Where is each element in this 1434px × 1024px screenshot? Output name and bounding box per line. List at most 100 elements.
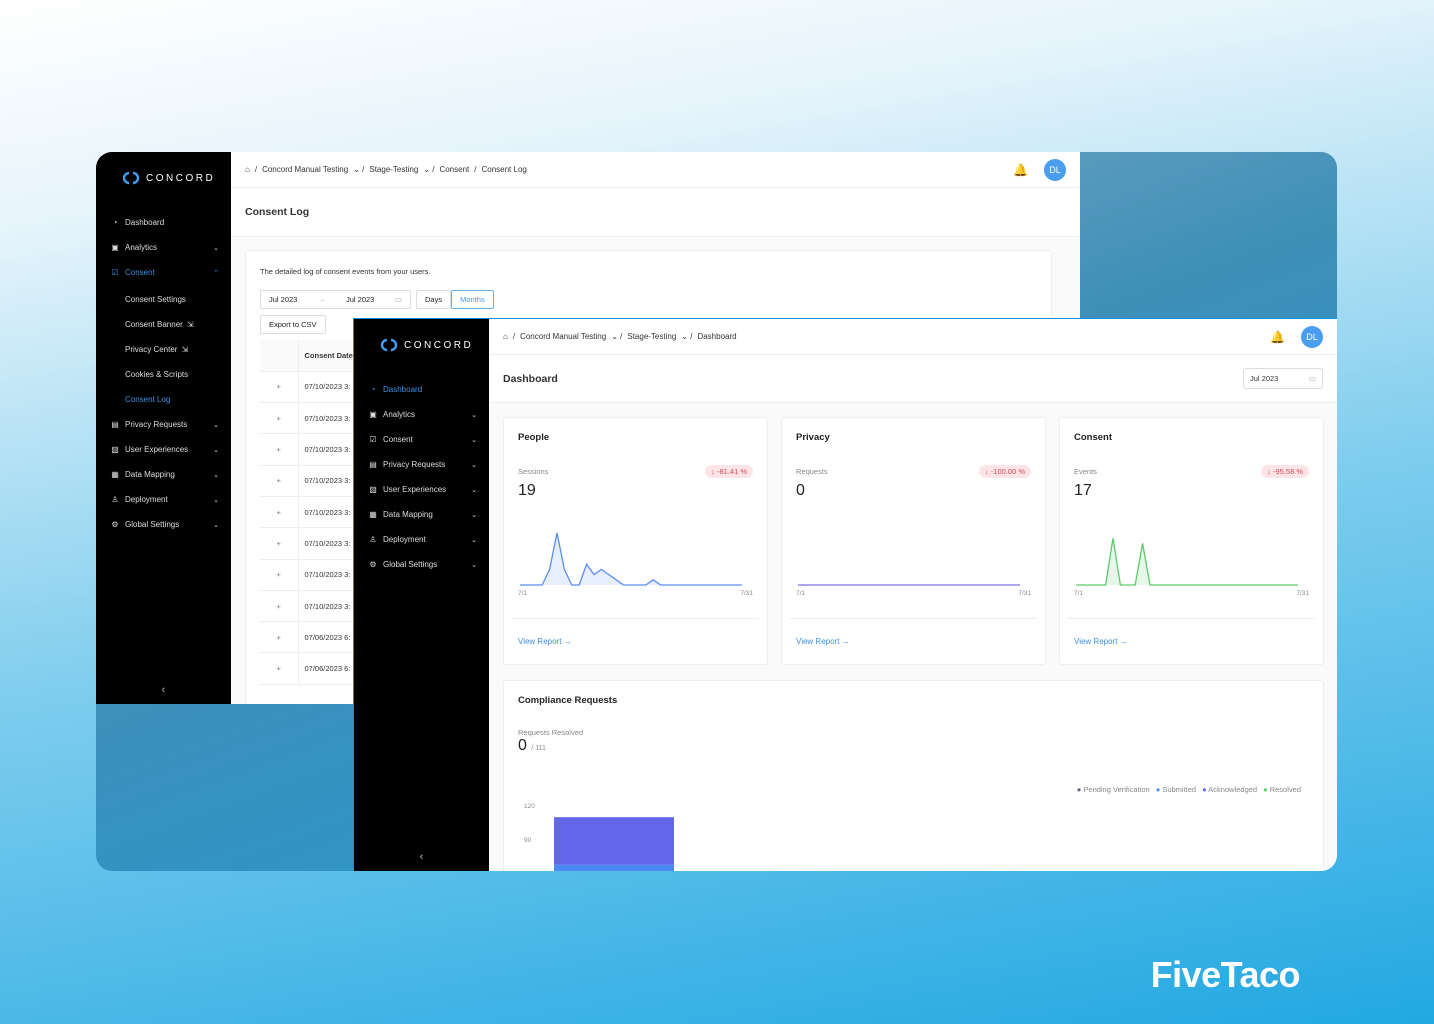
sidebar-item-privacy-requests[interactable]: ▤ Privacy Requests ⌄ (354, 452, 489, 477)
x-tick: 7/31 (740, 590, 753, 597)
chevron-icon: ⌄ (213, 496, 219, 504)
sidebar-subitem-consent-settings[interactable]: Consent Settings (96, 287, 231, 312)
expand-row-button[interactable]: + (260, 402, 299, 435)
external-link-icon: ⇲ (186, 320, 194, 329)
breadcrumb: ⌂ / Concord Manual Testing ⌄ / Stage-Testi… (503, 332, 737, 341)
sidebar: CONCORD ◔ Dashboard ▣ Analytics ⌄ ☑ Consent ⌃ Co… (96, 152, 231, 704)
kpi-card-consent: Consent Events ↓ -95.58 % 17 7/1 7/31 View Rep… (1059, 417, 1324, 665)
breadcrumb-consent[interactable]: Consent (439, 165, 469, 174)
sidebar-subitem-privacy-center[interactable]: Privacy Center ⇲ (96, 337, 231, 362)
breadcrumb-org[interactable]: Concord Manual Testing (262, 165, 348, 174)
change-badge: ↓ -95.58 % (1261, 465, 1309, 478)
external-link-icon: ⇲ (181, 345, 189, 354)
deployment-icon: ♙ (369, 535, 377, 544)
sidebar-item-data-mapping[interactable]: ▦ Data Mapping ⌄ (354, 502, 489, 527)
compliance-requests-card: Compliance Requests Requests Resolved 0 … (503, 680, 1324, 871)
page-title: Dashboard (503, 372, 558, 385)
sidebar-item-data-mapping[interactable]: ▦ Data Mapping ⌄ (96, 462, 231, 487)
expand-row-button[interactable]: + (260, 433, 299, 466)
view-report-link[interactable]: View Report → (796, 637, 850, 646)
x-tick: 7/31 (1018, 590, 1031, 597)
privacy-requests-icon: ▤ (369, 460, 377, 469)
export-csv-button[interactable]: Export to CSV (260, 315, 326, 334)
sidebar-item-deployment[interactable]: ♙ Deployment ⌄ (96, 487, 231, 512)
breadcrumb-env[interactable]: Stage-Testing (369, 165, 418, 174)
collapse-sidebar-button[interactable]: ‹ (96, 684, 231, 696)
breadcrumb-current: Consent Log (481, 165, 527, 174)
bell-icon[interactable]: 🔔 (1013, 163, 1028, 177)
sidebar-item-dashboard[interactable]: ◔ Dashboard (96, 210, 231, 235)
expand-row-button[interactable]: + (260, 527, 299, 560)
sparkline-area (520, 533, 742, 585)
arrow-right-icon: → (563, 637, 572, 646)
breadcrumb-env[interactable]: Stage-Testing (627, 332, 676, 341)
avatar[interactable]: DL (1301, 325, 1323, 348)
avatar[interactable]: DL (1044, 158, 1066, 181)
settings-icon: ⚙ (111, 520, 119, 529)
chevron-icon: ⌃ (213, 269, 219, 277)
sidebar-item-global-settings[interactable]: ⚙ Global Settings ⌄ (96, 512, 231, 537)
analytics-icon: ▣ (111, 243, 119, 252)
calendar-icon: ▭ (394, 295, 402, 304)
screenshot-frame: CONCORD ◔ Dashboard ▣ Analytics ⌄ ☑ Consent ⌃ Co… (96, 152, 1337, 871)
change-badge: ↓ -81.41 % (705, 465, 753, 478)
x-tick: 7/1 (1074, 590, 1084, 597)
compliance-bar-chart (554, 817, 674, 871)
sparkline-chart (520, 532, 742, 586)
month-picker[interactable]: Jul 2023 ▭ (1243, 368, 1323, 389)
description: The detailed log of consent events from … (260, 267, 431, 276)
concord-logo: CONCORD (354, 319, 489, 359)
privacy-requests-icon: ▤ (111, 420, 119, 429)
sidebar-subitem-consent-banner[interactable]: Consent Banner ⇲ (96, 312, 231, 337)
months-toggle[interactable]: Months (451, 290, 494, 309)
calendar-icon: ▭ (1308, 374, 1316, 383)
bar-acknowledged (554, 817, 674, 865)
dashboard-icon: ◔ (370, 385, 376, 394)
collapse-sidebar-button[interactable]: ‹ (354, 851, 489, 863)
data-mapping-icon: ▦ (111, 470, 119, 479)
expand-row-button[interactable]: + (260, 652, 299, 685)
chevron-icon: ⌄ (471, 536, 477, 544)
expand-row-button[interactable]: + (260, 590, 299, 623)
expand-row-button[interactable]: + (260, 559, 299, 591)
sidebar-item-analytics[interactable]: ▣ Analytics ⌄ (96, 235, 231, 260)
top-bar: ⌂ / Concord Manual Testing ⌄ / Stage-Testi… (489, 319, 1337, 355)
home-icon[interactable]: ⌂ (503, 332, 508, 341)
expand-row-button[interactable]: + (260, 621, 299, 654)
kpi-value: 0 (796, 482, 805, 499)
sidebar-item-dashboard[interactable]: ◔ Dashboard (354, 377, 489, 402)
sidebar-item-user-experiences[interactable]: ▨ User Experiences ⌄ (354, 477, 489, 502)
days-toggle[interactable]: Days (416, 290, 452, 309)
consent-icon: ☑ (369, 435, 377, 444)
chevron-icon: ⌄ (471, 461, 477, 469)
view-report-link[interactable]: View Report → (518, 637, 572, 646)
breadcrumb-org[interactable]: Concord Manual Testing (520, 332, 606, 341)
user-experiences-icon: ▨ (111, 445, 119, 454)
sidebar-item-user-experiences[interactable]: ▨ User Experiences ⌄ (96, 437, 231, 462)
sidebar-item-analytics[interactable]: ▣ Analytics ⌄ (354, 402, 489, 427)
kpi-value: 19 (518, 482, 536, 499)
chevron-icon: ⌄ (471, 436, 477, 444)
expand-row-button[interactable]: + (260, 371, 299, 404)
sidebar-item-privacy-requests[interactable]: ▤ Privacy Requests ⌄ (96, 412, 231, 437)
sidebar-item-deployment[interactable]: ♙ Deployment ⌄ (354, 527, 489, 552)
sparkline-chart (798, 584, 1020, 586)
sidebar-item-consent[interactable]: ☑ Consent ⌄ (354, 427, 489, 452)
fivetaco-logo: FiveTaco (1150, 954, 1301, 995)
sidebar-subitem-consent-log[interactable]: Consent Log (96, 387, 231, 412)
sidebar-subitem-cookies-scripts[interactable]: Cookies & Scripts (96, 362, 231, 387)
chevron-icon: ⌄ (213, 471, 219, 479)
concord-logo: CONCORD (96, 152, 231, 192)
chevron-icon: ⌄ (213, 244, 219, 252)
sidebar-item-global-settings[interactable]: ⚙ Global Settings ⌄ (354, 552, 489, 577)
date-range-picker[interactable]: Jul 2023 → Jul 2023 ▭ (260, 290, 411, 309)
view-report-link[interactable]: View Report → (1074, 637, 1128, 646)
dashboard-icon: ◔ (112, 218, 118, 227)
sidebar-item-consent[interactable]: ☑ Consent ⌃ (96, 260, 231, 285)
home-icon[interactable]: ⌂ (245, 165, 250, 174)
bell-icon[interactable]: 🔔 (1270, 330, 1285, 344)
expand-row-button[interactable]: + (260, 496, 299, 529)
dashboard-window: CONCORD ◔ Dashboard ▣ Analytics ⌄ ☑ Consent ⌄ ▤ P… (353, 318, 1337, 871)
expand-row-button[interactable]: + (260, 465, 299, 497)
breadcrumb: ⌂ / Concord Manual Testing ⌄ / Stage-Testi… (245, 165, 527, 174)
